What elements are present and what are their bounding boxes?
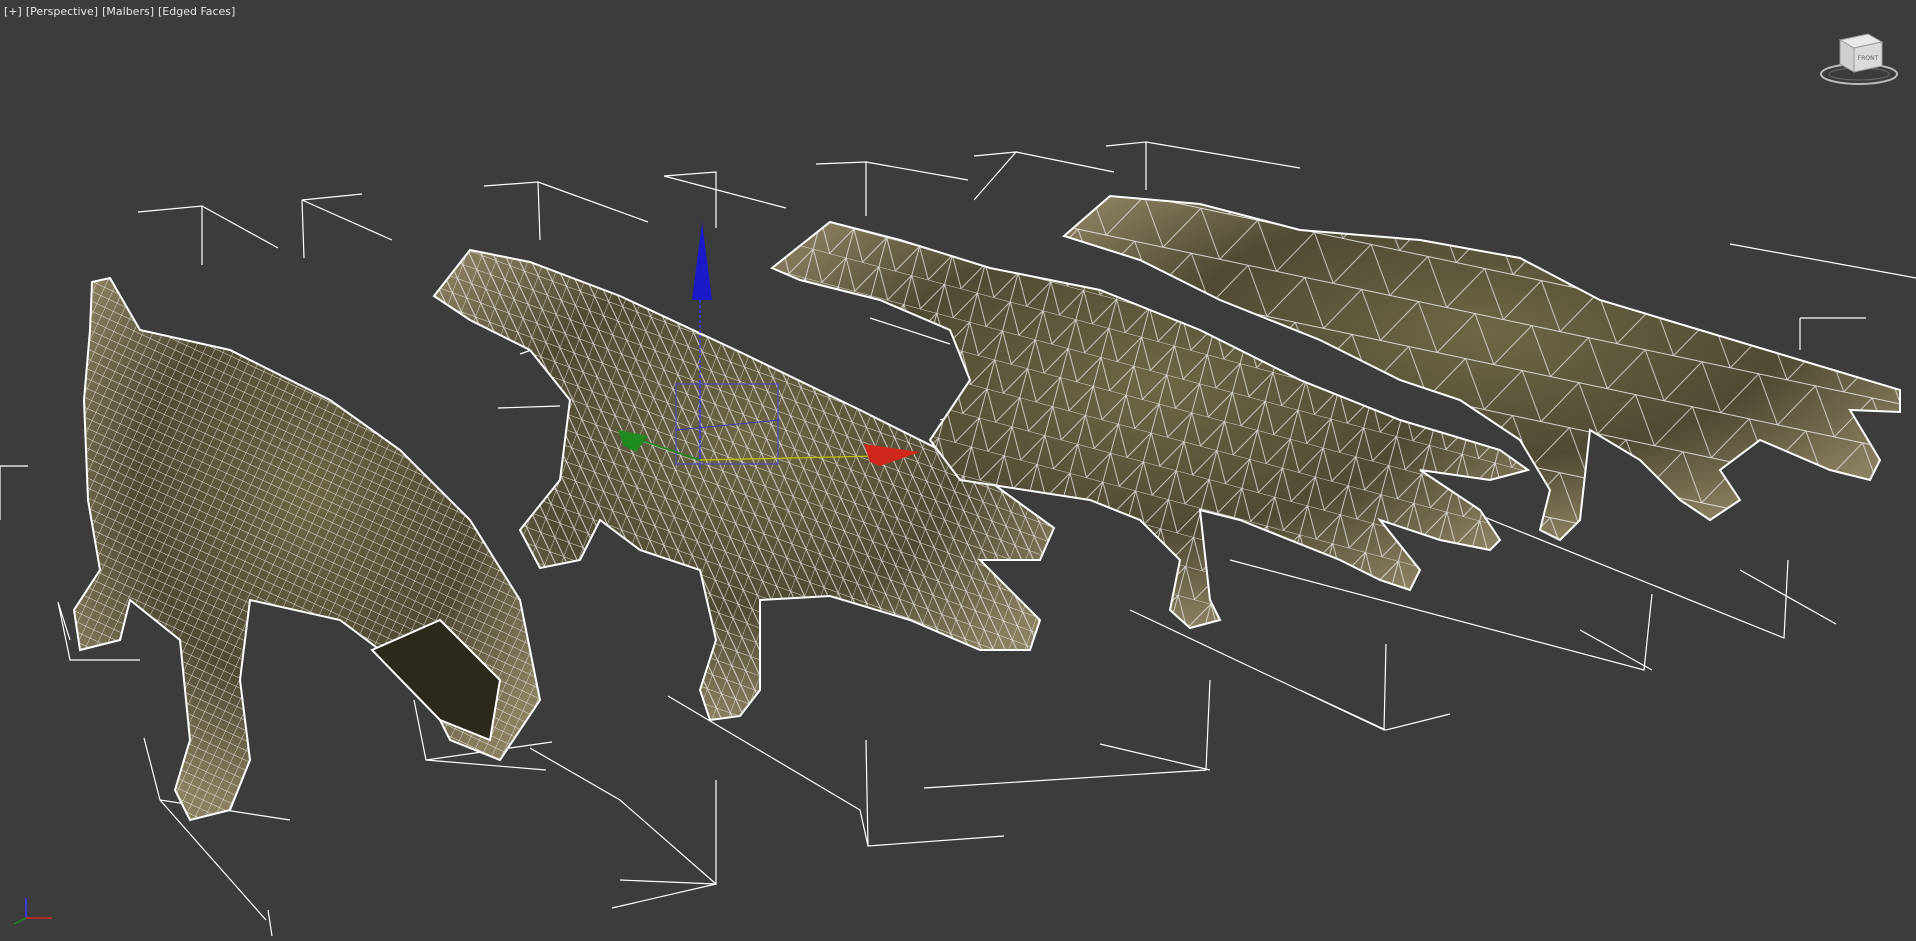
viewcube-front-label: FRONT [1858,55,1879,62]
viewport-edges-label[interactable]: [Edged Faces] [158,5,235,18]
viewport-view-label[interactable]: [Perspective] [26,5,98,18]
viewport-label-menu[interactable]: [+] [Perspective] [Malbers] [Edged Faces] [4,5,239,18]
z-axis-handle[interactable] [692,222,712,300]
viewport-plus-menu[interactable]: [+] [4,5,22,18]
axis-tripod-icon [13,898,52,925]
viewcube[interactable]: FRONT [1816,28,1902,90]
viewport-canvas[interactable] [0,0,1916,937]
perspective-viewport[interactable]: [+] [Perspective] [Malbers] [Edged Faces] F… [0,0,1916,937]
viewport-shading-label[interactable]: [Malbers] [102,5,154,18]
